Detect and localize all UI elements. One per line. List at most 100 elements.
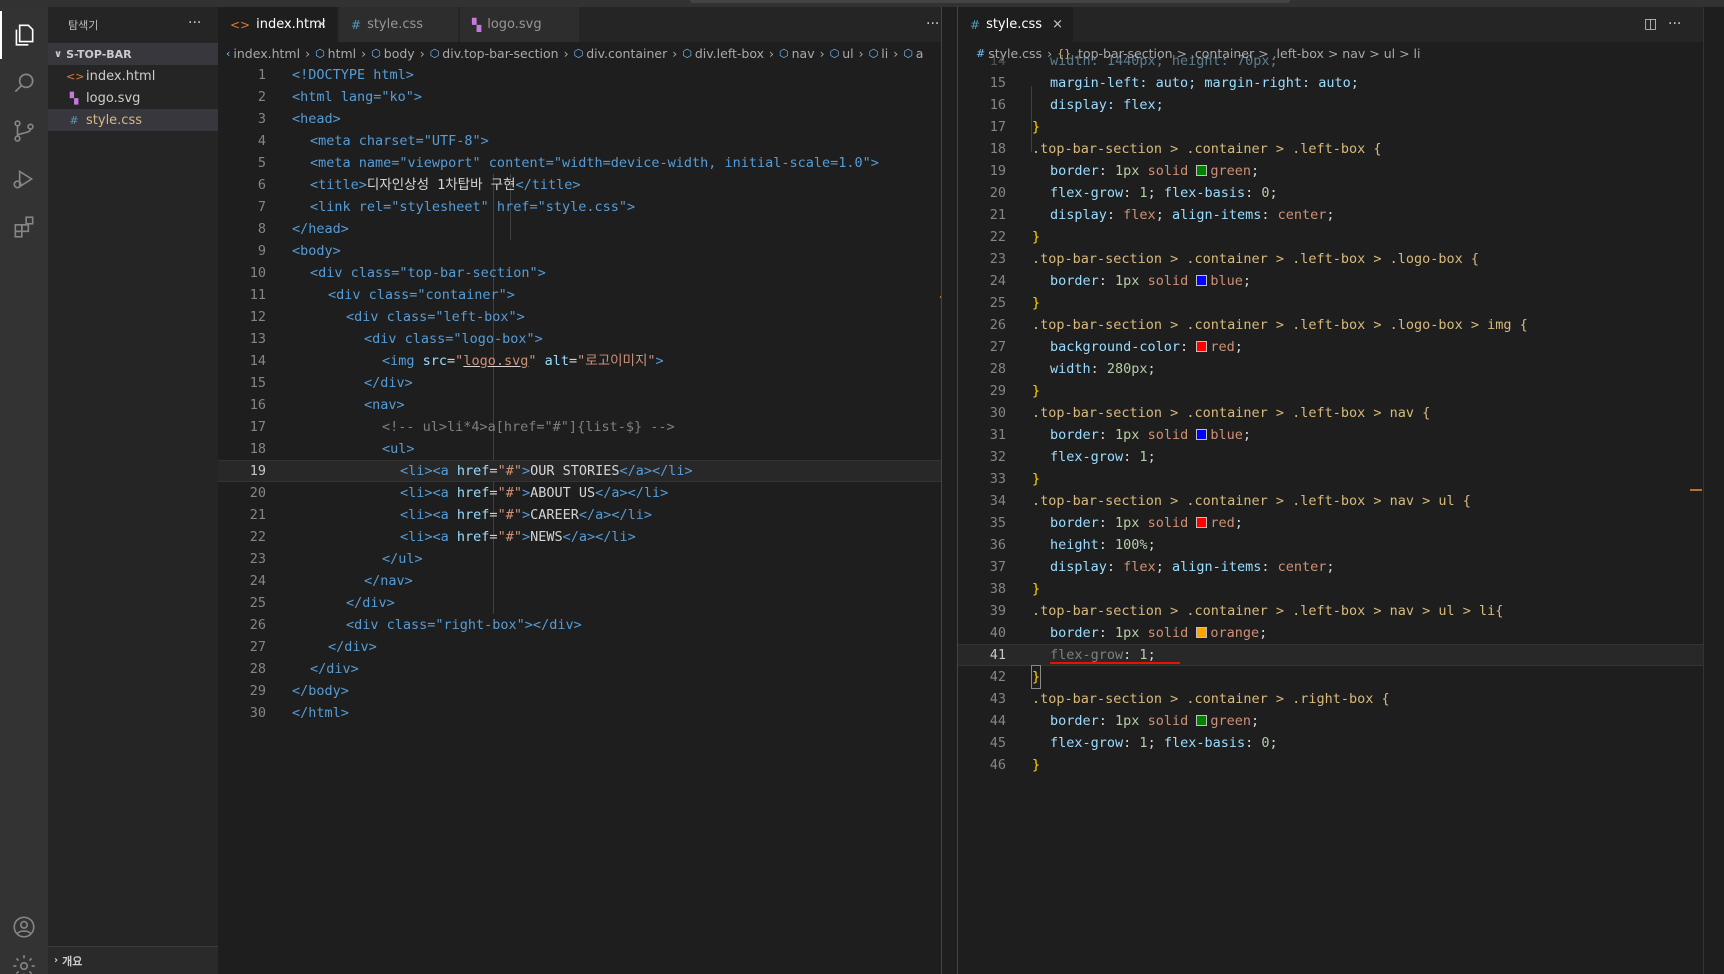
code-line[interactable]: 8 </head> (218, 218, 941, 240)
code-line[interactable]: 18 .top-bar-section > .container > .left-… (958, 138, 1703, 160)
breadcrumb-item[interactable]: html (328, 46, 356, 61)
code-line[interactable]: 32 flex-grow: 1; (958, 446, 1703, 468)
code-line[interactable]: 12 <div class="left-box"> (218, 306, 941, 328)
code-line[interactable]: 19 border: 1px solid green; (958, 160, 1703, 182)
code-line[interactable]: 40 border: 1px solid orange; (958, 622, 1703, 644)
code-line[interactable]: 28 width: 280px; (958, 358, 1703, 380)
code-line[interactable]: 35 border: 1px solid red; (958, 512, 1703, 534)
editor-more-actions-icon[interactable]: ··· (926, 16, 939, 32)
color-swatch-green[interactable] (1196, 715, 1208, 726)
breadcrumb-item[interactable]: index.html (233, 46, 300, 61)
tab-index-html[interactable]: <> index.html × (218, 7, 338, 42)
code-line[interactable]: 1 <!DOCTYPE html> (218, 64, 941, 86)
color-swatch-red[interactable] (1196, 341, 1208, 352)
settings-gear-icon[interactable] (0, 942, 48, 974)
explorer-icon[interactable] (0, 11, 48, 59)
code-line[interactable]: 43 .top-bar-section > .container > .right… (958, 688, 1703, 710)
code-line[interactable]: 36 height: 100%; (958, 534, 1703, 556)
source-control-icon[interactable] (0, 107, 48, 155)
file-logo-svg[interactable]: ▚ logo.svg (48, 87, 218, 109)
breadcrumb-item[interactable]: ul (842, 46, 853, 61)
code-line[interactable]: 15 margin-left: auto; margin-right: auto; (958, 72, 1703, 94)
extensions-icon[interactable] (0, 203, 48, 251)
code-line-current[interactable]: 19 <li><a href="#">OUR STORIES</a></li> (218, 460, 941, 482)
color-swatch-blue[interactable] (1196, 429, 1208, 440)
code-line[interactable]: 28 </div> (218, 658, 941, 680)
editor-more-actions-icon[interactable]: ··· (1668, 16, 1681, 32)
code-line[interactable]: 29} (958, 380, 1703, 402)
code-line[interactable]: 2 <html lang="ko"> (218, 86, 941, 108)
code-line[interactable]: 21 <li><a href="#">CAREER</a></li> (218, 504, 941, 526)
code-line[interactable]: 27 </div> (218, 636, 941, 658)
code-line[interactable]: 9 <body> (218, 240, 941, 262)
code-line[interactable]: 37 display: flex; align-items: center; (958, 556, 1703, 578)
code-line[interactable]: 30 </html> (218, 702, 941, 724)
explorer-more-actions-icon[interactable]: ··· (188, 15, 201, 31)
code-line[interactable]: 46} (958, 754, 1703, 776)
code-line[interactable]: 16 <nav> (218, 394, 941, 416)
code-line[interactable]: 15 </div> (218, 372, 941, 394)
close-icon[interactable]: × (316, 17, 327, 32)
code-line[interactable]: 25 </div> (218, 592, 941, 614)
breadcrumb-item[interactable]: body (384, 46, 415, 61)
file-style-css[interactable]: # style.css (48, 109, 218, 131)
img-src-value[interactable]: logo.svg (463, 353, 528, 369)
code-line[interactable]: 30 .top-bar-section > .container > .left-… (958, 402, 1703, 424)
code-line[interactable]: 42} (958, 665, 1703, 689)
breadcrumb-item[interactable]: div.container (586, 46, 667, 61)
code-line[interactable]: 26 .top-bar-section > .container > .left-… (958, 314, 1703, 336)
tab-style-css[interactable]: # style.css (339, 7, 459, 42)
code-line[interactable]: 24 </nav> (218, 570, 941, 592)
outline-section[interactable]: › 개요 (48, 946, 218, 974)
code-line[interactable]: 6 <title>디자인상성 1차탑바 구현</title> (218, 174, 941, 196)
code-line[interactable]: 45 flex-grow: 1; flex-basis: 0; (958, 732, 1703, 754)
code-line[interactable]: 26 <div class="right-box"></div> (218, 614, 941, 636)
code-line[interactable]: 18 <ul> (218, 438, 941, 460)
breadcrumb-item[interactable]: li (881, 46, 888, 61)
color-swatch-orange[interactable] (1196, 627, 1208, 638)
close-icon[interactable]: × (1052, 17, 1063, 32)
code-line[interactable]: 44 border: 1px solid green; (958, 710, 1703, 732)
file-index-html[interactable]: <> index.html (48, 65, 218, 87)
code-line[interactable]: 13 <div class="logo-box"> (218, 328, 941, 350)
folder-s-top-bar[interactable]: ∨ S-TOP-BAR (48, 43, 218, 65)
code-line[interactable]: 25} (958, 292, 1703, 314)
code-line[interactable]: 27 background-color: red; (958, 336, 1703, 358)
code-line[interactable]: 3 <head> (218, 108, 941, 130)
code-line[interactable]: 29 </body> (218, 680, 941, 702)
code-line[interactable]: 23 </ul> (218, 548, 941, 570)
breadcrumb-item[interactable]: div.top-bar-section (442, 46, 558, 61)
split-editor-icon[interactable]: ◫ (1644, 16, 1657, 32)
search-icon[interactable] (0, 59, 48, 107)
code-line[interactable]: 14 <img src="logo.svg" alt="로고이미지"> (218, 350, 941, 372)
color-swatch-blue[interactable] (1196, 275, 1208, 286)
code-line[interactable]: 7 <link rel="stylesheet" href="style.css"… (218, 196, 941, 218)
code-line[interactable]: 16 display: flex; (958, 94, 1703, 116)
command-center[interactable] (690, 0, 1290, 3)
code-line[interactable]: 39 .top-bar-section > .container > .left-… (958, 600, 1703, 622)
color-swatch-green[interactable] (1196, 165, 1208, 176)
code-line[interactable]: 5 <meta name="viewport" content="width=de… (218, 152, 941, 174)
tab-logo-svg[interactable]: ▚ logo.svg (460, 7, 580, 42)
code-line[interactable]: 22} (958, 226, 1703, 248)
breadcrumb-item[interactable]: nav (792, 46, 815, 61)
code-line[interactable]: 22 <li><a href="#">NEWS</a></li> (218, 526, 941, 548)
code-line[interactable]: 4 <meta charset="UTF-8"> (218, 130, 941, 152)
code-line[interactable]: 34 .top-bar-section > .container > .left-… (958, 490, 1703, 512)
code-line[interactable]: 38} (958, 578, 1703, 600)
breadcrumb-item[interactable]: div.left-box (695, 46, 764, 61)
code-line[interactable]: 23 .top-bar-section > .container > .left-… (958, 248, 1703, 270)
code-line[interactable]: 20 <li><a href="#">ABOUT US</a></li> (218, 482, 941, 504)
code-line[interactable]: 33} (958, 468, 1703, 490)
breadcrumb-item[interactable]: a (916, 46, 924, 61)
code-line[interactable]: 17 <!-- ul>li*4>a[href="#"]{list-$} --> (218, 416, 941, 438)
code-line[interactable]: 10 <div class="top-bar-section"> (218, 262, 941, 284)
code-line[interactable]: 14 width: 1440px; height: 70px; (958, 50, 1703, 72)
code-line[interactable]: 21 display: flex; align-items: center; (958, 204, 1703, 226)
code-line[interactable]: 24 border: 1px solid blue; (958, 270, 1703, 292)
code-line[interactable]: 20 flex-grow: 1; flex-basis: 0; (958, 182, 1703, 204)
code-line[interactable]: 11 <div class="container"> (218, 284, 941, 306)
code-line[interactable]: 17} (958, 116, 1703, 138)
tab-style-css-active[interactable]: # style.css × (958, 7, 1074, 42)
code-line[interactable]: 31 border: 1px solid blue; (958, 424, 1703, 446)
